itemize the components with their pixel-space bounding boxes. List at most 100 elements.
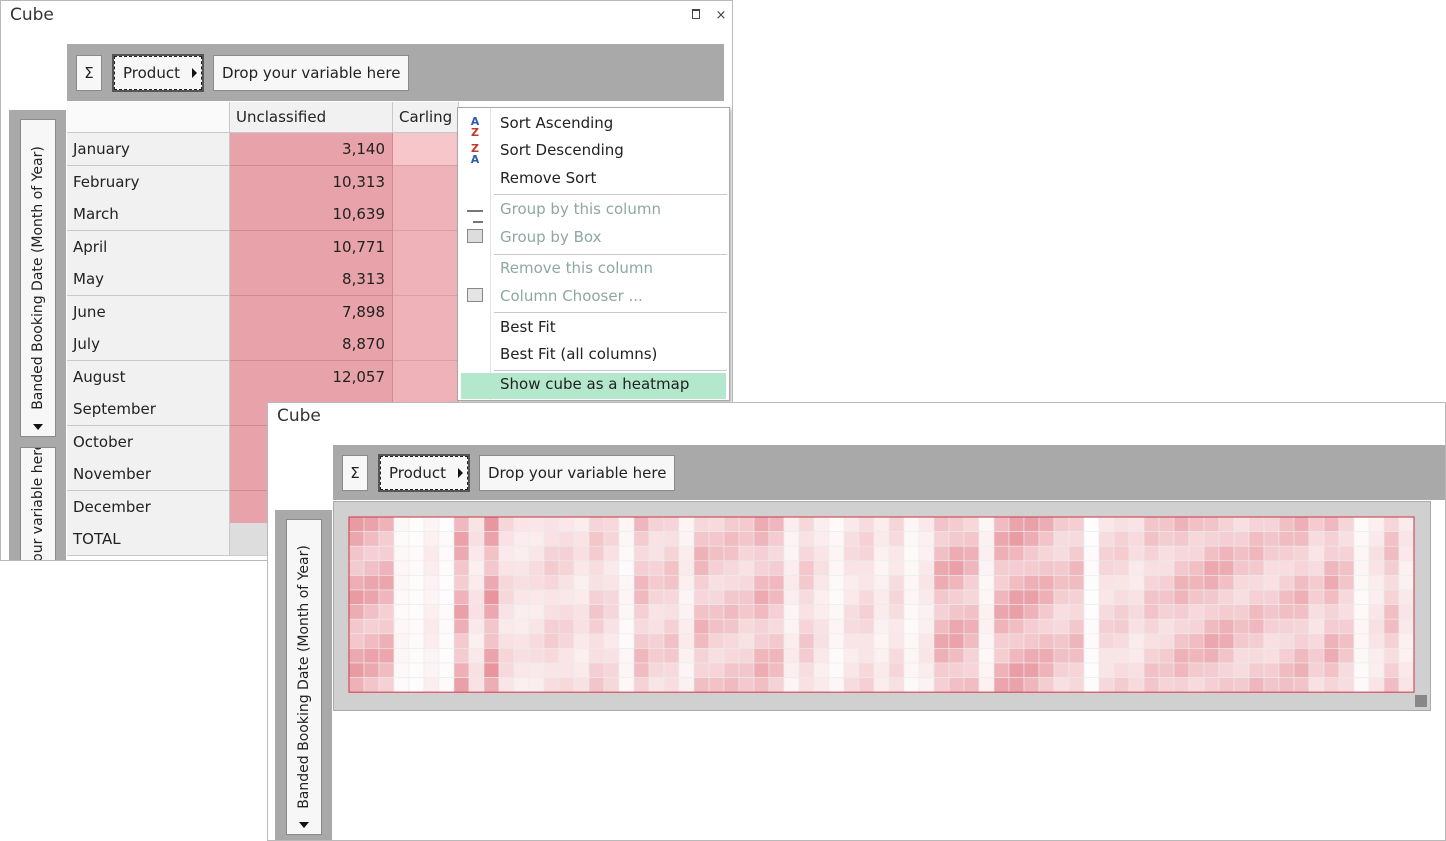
heatmap-cell[interactable] xyxy=(1023,545,1040,562)
heatmap-cell[interactable] xyxy=(1038,648,1055,664)
heatmap-cell[interactable] xyxy=(498,618,515,635)
heatmap-cell[interactable] xyxy=(588,589,605,605)
heatmap-cell[interactable] xyxy=(1398,618,1415,635)
heatmap-cell[interactable] xyxy=(1098,516,1115,532)
heatmap-cell[interactable] xyxy=(828,604,845,620)
heatmap-cell[interactable] xyxy=(1293,575,1310,591)
heatmap-cell[interactable] xyxy=(663,545,680,562)
heatmap-cell[interactable] xyxy=(753,662,770,678)
row-header[interactable]: February xyxy=(67,166,230,199)
heatmap-cell[interactable] xyxy=(378,633,395,649)
heatmap-cell[interactable] xyxy=(1173,633,1190,649)
heatmap-cell[interactable] xyxy=(798,589,815,605)
heatmap-cell[interactable] xyxy=(1083,604,1100,620)
heatmap-cell[interactable] xyxy=(1233,545,1250,562)
heatmap-cell[interactable] xyxy=(693,633,710,649)
heatmap-cell[interactable] xyxy=(933,677,950,693)
heatmap-cell[interactable] xyxy=(783,662,800,678)
heatmap-cell[interactable] xyxy=(738,589,755,605)
product-field-chip[interactable]: Product xyxy=(112,54,204,92)
heatmap-cell[interactable] xyxy=(888,677,905,693)
heatmap-cell[interactable] xyxy=(423,545,440,562)
heatmap-cell[interactable] xyxy=(798,648,815,664)
heatmap-cell[interactable] xyxy=(513,575,530,591)
heatmap-cell[interactable] xyxy=(1113,677,1130,693)
heatmap-cell[interactable] xyxy=(903,662,920,678)
heatmap-cell[interactable] xyxy=(1173,662,1190,678)
heatmap-cell[interactable] xyxy=(513,618,530,635)
heatmap-cell[interactable] xyxy=(1278,545,1295,562)
heatmap-cell[interactable] xyxy=(888,531,905,547)
heatmap-cell[interactable] xyxy=(1353,531,1370,547)
heatmap-cell[interactable] xyxy=(738,516,755,532)
heatmap-cell[interactable] xyxy=(588,575,605,591)
heatmap-cell[interactable] xyxy=(1278,560,1295,576)
heatmap-cell[interactable] xyxy=(768,589,785,605)
heatmap-cell[interactable] xyxy=(573,531,590,547)
heatmap-cell[interactable] xyxy=(843,560,860,576)
heatmap-cell[interactable] xyxy=(1323,575,1340,591)
heatmap-cell[interactable] xyxy=(348,677,365,693)
heatmap-cell[interactable] xyxy=(1008,589,1025,605)
heatmap-cell[interactable] xyxy=(483,618,500,635)
heatmap-cell[interactable] xyxy=(708,662,725,678)
heatmap-cell[interactable] xyxy=(1068,575,1085,591)
heatmap-cell[interactable] xyxy=(1203,618,1220,635)
heatmap-cell[interactable] xyxy=(1113,560,1130,576)
heatmap-cell[interactable] xyxy=(1008,531,1025,547)
heatmap-cell[interactable] xyxy=(918,589,935,605)
heatmap-cell[interactable] xyxy=(1263,531,1280,547)
heatmap-cell[interactable] xyxy=(363,618,380,635)
heatmap-cell[interactable] xyxy=(708,575,725,591)
heatmap-cell[interactable] xyxy=(1113,648,1130,664)
heatmap-cell[interactable] xyxy=(1218,677,1235,693)
heatmap-cell[interactable] xyxy=(633,633,650,649)
heatmap-cell[interactable] xyxy=(708,604,725,620)
heatmap-cell[interactable] xyxy=(978,516,995,532)
heatmap-cell[interactable] xyxy=(723,662,740,678)
value-cell[interactable]: 3,140 xyxy=(230,133,393,166)
heatmap-cell[interactable] xyxy=(663,662,680,678)
heatmap-cell[interactable] xyxy=(1188,545,1205,562)
heatmap-cell[interactable] xyxy=(603,618,620,635)
heatmap-cell[interactable] xyxy=(873,516,890,532)
heatmap-cell[interactable] xyxy=(1248,545,1265,562)
heatmap-cell[interactable] xyxy=(798,575,815,591)
heatmap-cell[interactable] xyxy=(1323,677,1340,693)
heatmap-cell[interactable] xyxy=(588,516,605,532)
heatmap-cell[interactable] xyxy=(558,677,575,693)
heatmap-cell[interactable] xyxy=(513,589,530,605)
heatmap-cell[interactable] xyxy=(708,633,725,649)
heatmap-cell[interactable] xyxy=(603,545,620,562)
heatmap-cell[interactable] xyxy=(948,575,965,591)
value-cell[interactable] xyxy=(393,231,459,264)
heatmap-cell[interactable] xyxy=(348,589,365,605)
heatmap-cell[interactable] xyxy=(1398,560,1415,576)
heatmap-cell[interactable] xyxy=(453,560,470,576)
heatmap-cell[interactable] xyxy=(1188,531,1205,547)
heatmap-cell[interactable] xyxy=(948,516,965,532)
heatmap-cell[interactable] xyxy=(483,560,500,576)
heatmap-cell[interactable] xyxy=(1158,648,1175,664)
heatmap-cell[interactable] xyxy=(423,575,440,591)
heatmap-cell[interactable] xyxy=(1368,677,1385,693)
heatmap-cell[interactable] xyxy=(888,633,905,649)
heatmap-cell[interactable] xyxy=(1143,531,1160,547)
heatmap-cell[interactable] xyxy=(543,677,560,693)
heatmap-cell[interactable] xyxy=(1308,604,1325,620)
heatmap-cell[interactable] xyxy=(1068,648,1085,664)
heatmap-cell[interactable] xyxy=(648,531,665,547)
heatmap-cell[interactable] xyxy=(348,516,365,532)
heatmap-cell[interactable] xyxy=(1353,545,1370,562)
heatmap-cell[interactable] xyxy=(1353,589,1370,605)
heatmap-cell[interactable] xyxy=(948,648,965,664)
heatmap-cell[interactable] xyxy=(678,662,695,678)
heatmap-cell[interactable] xyxy=(408,545,425,562)
heatmap-cell[interactable] xyxy=(438,662,455,678)
heatmap-cell[interactable] xyxy=(1323,531,1340,547)
heatmap-cell[interactable] xyxy=(1323,516,1340,532)
heatmap-cell[interactable] xyxy=(693,531,710,547)
heatmap-cell[interactable] xyxy=(1128,531,1145,547)
heatmap-cell[interactable] xyxy=(438,677,455,693)
heatmap-cell[interactable] xyxy=(768,618,785,635)
